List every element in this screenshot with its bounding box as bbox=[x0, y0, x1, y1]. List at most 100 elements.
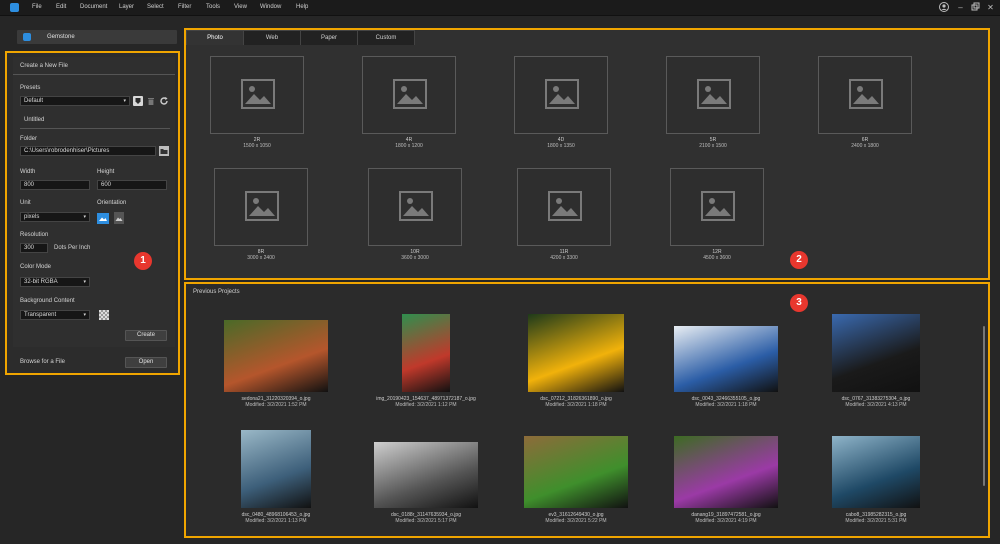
project-thumbnail[interactable] bbox=[832, 436, 920, 508]
project-item[interactable]: sedona21_31220320394_o.jpg Modified: 3/2/… bbox=[206, 314, 346, 424]
project-thumbnail[interactable] bbox=[674, 436, 778, 508]
tab-photo[interactable]: Photo bbox=[186, 30, 244, 45]
preset-4d[interactable]: 4D 1800 x 1350 bbox=[510, 56, 618, 156]
image-placeholder-icon bbox=[697, 79, 731, 109]
open-button[interactable]: Open bbox=[125, 357, 167, 368]
gemstone-icon bbox=[23, 33, 31, 41]
project-thumbnail[interactable] bbox=[402, 314, 450, 392]
preset-11r[interactable]: 11R 4200 x 3300 bbox=[513, 168, 621, 268]
restore-icon[interactable] bbox=[970, 2, 981, 13]
folder-icon[interactable] bbox=[159, 146, 169, 156]
menu-bar: File Edit Document Layer Select Filter T… bbox=[0, 0, 1000, 16]
menu-window[interactable]: Window bbox=[260, 4, 281, 10]
project-thumbnail[interactable] bbox=[674, 326, 778, 392]
image-placeholder-icon bbox=[241, 79, 275, 109]
menu-edit[interactable]: Edit bbox=[56, 4, 66, 10]
portrait-orientation-icon[interactable] bbox=[114, 212, 124, 224]
project-thumbnail[interactable] bbox=[832, 314, 920, 392]
preset-6r[interactable]: 6R 2400 x 1800 bbox=[814, 56, 922, 156]
delete-preset-icon[interactable] bbox=[146, 96, 156, 106]
background-select[interactable]: Transparent ▾ bbox=[20, 310, 90, 320]
preset-thumb bbox=[517, 168, 611, 246]
preset-size: 1500 x 1050 bbox=[243, 143, 271, 149]
menu-document[interactable]: Document bbox=[80, 4, 107, 10]
menu-layer[interactable]: Layer bbox=[119, 4, 134, 10]
preset-12r[interactable]: 12R 4500 x 3600 bbox=[666, 168, 774, 268]
preset-thumb bbox=[818, 56, 912, 134]
name-underline bbox=[20, 128, 170, 129]
unit-select[interactable]: pixels ▾ bbox=[20, 212, 90, 222]
height-input[interactable]: 600 bbox=[97, 180, 167, 190]
project-modified: Modified: 3/2/2021 4:13 PM bbox=[845, 402, 907, 408]
preset-size: 1800 x 1200 bbox=[395, 143, 423, 149]
preset-thumb bbox=[214, 168, 308, 246]
unit-value: pixels bbox=[24, 214, 40, 220]
scroll-thumb[interactable] bbox=[983, 326, 985, 486]
project-item[interactable]: img_20190423_154637_48971372187_o.jpg Mod… bbox=[356, 314, 496, 424]
presets-value: Default bbox=[24, 98, 44, 104]
preset-10r[interactable]: 10R 3600 x 3000 bbox=[364, 168, 472, 268]
color-mode-label: Color Mode bbox=[20, 264, 52, 270]
presets-select[interactable]: Default ▾ bbox=[20, 96, 130, 106]
close-icon[interactable]: ✕ bbox=[985, 2, 996, 13]
tab-web[interactable]: Web bbox=[243, 30, 301, 45]
menu-select[interactable]: Select bbox=[147, 4, 164, 10]
landscape-orientation-icon[interactable] bbox=[97, 213, 109, 224]
create-file-panel: Create a New File Presets Default ▾ Unti… bbox=[5, 51, 180, 375]
project-item[interactable]: dsc_0043_32466355105_o.jpg Modified: 3/2/… bbox=[656, 314, 796, 424]
preset-8r[interactable]: 8R 3000 x 2400 bbox=[210, 168, 318, 268]
image-placeholder-icon bbox=[548, 191, 582, 221]
tab-paper[interactable]: Paper bbox=[300, 30, 358, 45]
resolution-unit: Dots Per Inch bbox=[54, 245, 91, 251]
project-modified: Modified: 3/2/2021 4:19 PM bbox=[695, 518, 757, 524]
refresh-icon[interactable] bbox=[159, 96, 169, 106]
image-placeholder-icon bbox=[245, 191, 279, 221]
preset-5r[interactable]: 5R 2100 x 1500 bbox=[662, 56, 770, 156]
image-placeholder-icon bbox=[393, 79, 427, 109]
resolution-input[interactable]: 300 bbox=[20, 243, 48, 253]
tab-custom[interactable]: Custom bbox=[357, 30, 415, 45]
preset-4r[interactable]: 4R 1800 x 1200 bbox=[358, 56, 466, 156]
transparent-swatch-icon[interactable] bbox=[99, 310, 109, 320]
previous-projects-panel: Previous Projects 3 sedona21_31220320394… bbox=[184, 282, 990, 538]
preset-thumb bbox=[210, 56, 304, 134]
project-item[interactable]: cabo8_31985282315_o.jpg Modified: 3/2/202… bbox=[806, 430, 946, 540]
gemstone-tab[interactable]: Gemstone bbox=[17, 30, 177, 44]
create-button[interactable]: Create bbox=[125, 330, 167, 341]
project-item[interactable]: dsc_07212_31826361890_o.jpg Modified: 3/2… bbox=[506, 314, 646, 424]
menu-help[interactable]: Help bbox=[296, 4, 308, 10]
menu-tools[interactable]: Tools bbox=[206, 4, 220, 10]
user-icon[interactable] bbox=[938, 2, 949, 13]
project-thumbnail[interactable] bbox=[241, 430, 311, 508]
preset-size: 2400 x 1800 bbox=[851, 143, 879, 149]
project-thumbnail[interactable] bbox=[374, 442, 478, 508]
project-thumbnail[interactable] bbox=[524, 436, 628, 508]
menu-file[interactable]: File bbox=[32, 4, 42, 10]
background-value: Transparent bbox=[24, 312, 57, 318]
minimize-icon[interactable]: – bbox=[955, 2, 966, 13]
project-modified: Modified: 3/2/2021 5:31 PM bbox=[845, 518, 907, 524]
menu-view[interactable]: View bbox=[234, 4, 247, 10]
project-modified: Modified: 3/2/2021 1:18 PM bbox=[545, 402, 607, 408]
scrollbar[interactable] bbox=[982, 314, 986, 534]
project-item[interactable]: dsc_0188r_31147635934_o.jpg Modified: 3/2… bbox=[356, 430, 496, 540]
menu-filter[interactable]: Filter bbox=[178, 4, 191, 10]
resolution-label: Resolution bbox=[20, 232, 49, 238]
preset-thumb bbox=[670, 168, 764, 246]
width-input[interactable]: 800 bbox=[20, 180, 90, 190]
project-thumbnail[interactable] bbox=[528, 314, 624, 392]
color-mode-select[interactable]: 32-bit RGBA ▾ bbox=[20, 277, 90, 287]
preset-2r[interactable]: 2R 1500 x 1050 bbox=[206, 56, 314, 156]
orientation-label: Orientation bbox=[97, 200, 127, 206]
folder-input[interactable]: C:\Users\robrodenhiser\Pictures bbox=[20, 146, 156, 156]
project-item[interactable]: ev3_31612649430_o.jpg Modified: 3/2/2021 … bbox=[506, 430, 646, 540]
preset-size: 3000 x 2400 bbox=[247, 255, 275, 261]
project-thumbnail[interactable] bbox=[224, 320, 328, 392]
app-logo-icon[interactable] bbox=[10, 3, 19, 12]
name-field[interactable]: Untitled bbox=[24, 117, 44, 123]
project-modified: Modified: 3/2/2021 5:17 PM bbox=[395, 518, 457, 524]
project-item[interactable]: danang19_31897472581_o.jpg Modified: 3/2/… bbox=[656, 430, 796, 540]
save-preset-icon[interactable] bbox=[133, 96, 143, 106]
project-item[interactable]: dsc_0767_31383275304_o.jpg Modified: 3/2/… bbox=[806, 314, 946, 424]
project-item[interactable]: dsc_0480_48968106453_o.jpg Modified: 3/2/… bbox=[206, 430, 346, 540]
